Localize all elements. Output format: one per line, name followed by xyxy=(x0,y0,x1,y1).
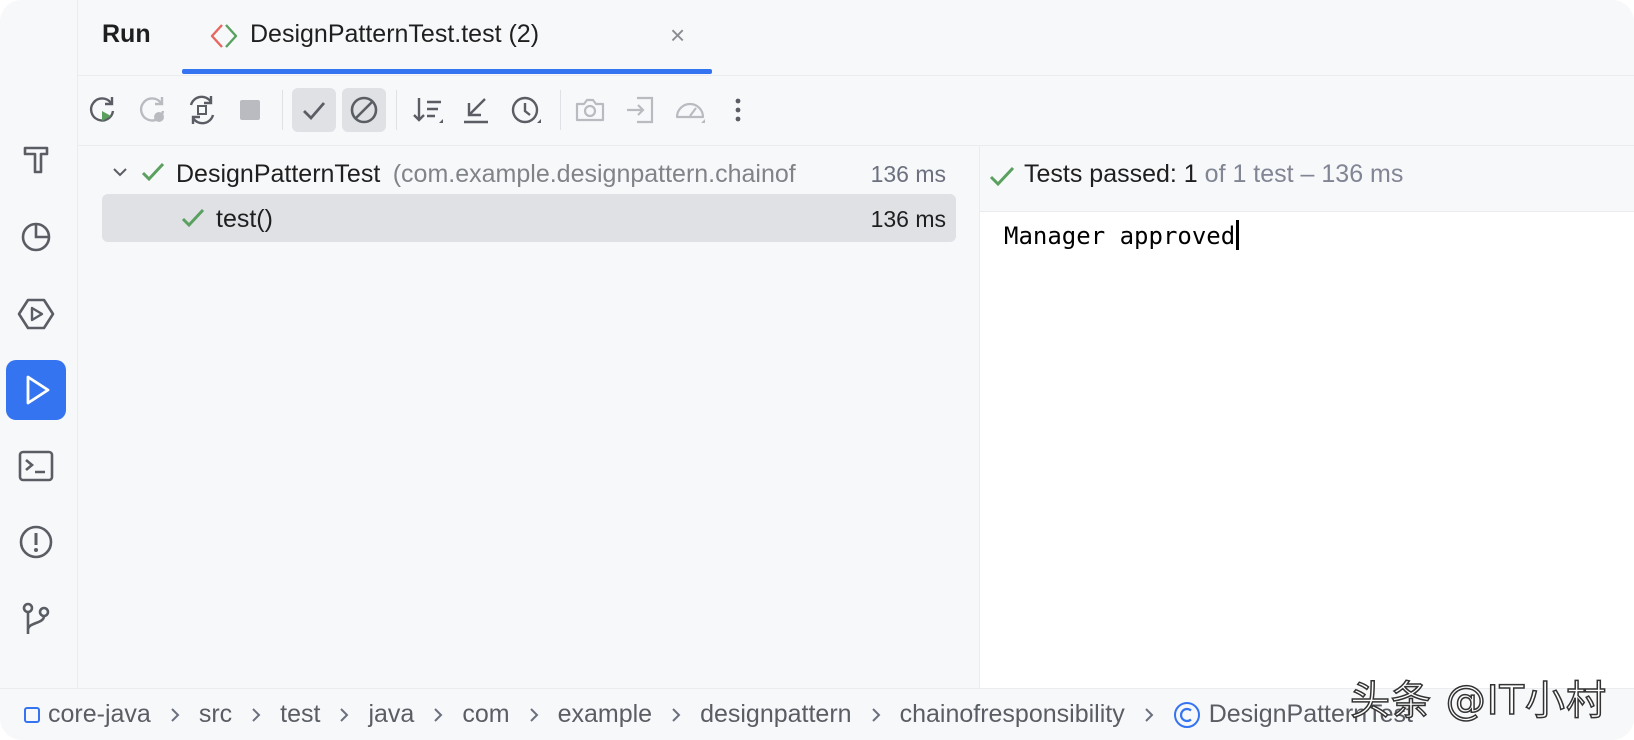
services-icon xyxy=(17,298,55,330)
export-results-button[interactable] xyxy=(568,88,612,132)
breadcrumb-item[interactable]: java xyxy=(368,700,414,729)
toolbar-separator xyxy=(282,90,283,130)
run-tool-button[interactable] xyxy=(6,360,66,420)
ignored-icon xyxy=(350,96,378,124)
rerun-icon xyxy=(89,97,115,122)
toggle-auto-test-icon xyxy=(189,95,215,125)
breadcrumb-item[interactable]: com xyxy=(462,700,509,729)
tree-row-test[interactable]: test() 136 ms xyxy=(102,194,956,242)
tests-passed-count: Tests passed: 1 xyxy=(1024,160,1198,188)
test-status-text: Tests passed: 1 of 1 test – 136 ms xyxy=(1024,160,1403,189)
run-icon xyxy=(26,375,50,405)
chevron-right-icon xyxy=(171,707,180,722)
stop-button[interactable] xyxy=(228,88,272,132)
breadcrumb-item[interactable]: chainofresponsibility xyxy=(900,700,1125,729)
test-history-button[interactable] xyxy=(504,88,548,132)
module-icon xyxy=(24,706,40,723)
run-window-header: Run DesignPatternTest.test (2) × xyxy=(78,0,1634,76)
coverage-button[interactable] xyxy=(668,88,712,132)
more-options-button[interactable] xyxy=(716,88,760,132)
pass-check-icon xyxy=(989,166,1015,187)
tree-root-label: DesignPatternTest (com.example.designpat… xyxy=(176,160,846,189)
camera-icon xyxy=(575,98,605,122)
chevron-down-icon[interactable] xyxy=(110,162,130,182)
sort-button[interactable] xyxy=(406,88,450,132)
watermark-text: 头条 @IT小村 xyxy=(1349,677,1607,725)
breadcrumb-item[interactable]: designpattern xyxy=(700,700,852,729)
tree-root-time: 136 ms xyxy=(870,161,946,187)
run-window-title: Run xyxy=(102,20,151,48)
tab-title: DesignPatternTest.test (2) xyxy=(250,20,540,48)
problems-tool-button[interactable] xyxy=(6,512,66,572)
git-tool-button[interactable] xyxy=(6,588,66,648)
ide-window: Run DesignPatternTest.test (2) × DesignP… xyxy=(0,0,1634,740)
pass-check-icon xyxy=(141,162,165,182)
sort-icon xyxy=(413,98,443,123)
tool-window-strip xyxy=(0,0,78,688)
terminal-icon xyxy=(18,450,54,482)
more-vertical-icon xyxy=(735,98,741,122)
stop-icon xyxy=(240,100,260,120)
profiler-icon xyxy=(21,222,51,252)
toggle-auto-test-button[interactable] xyxy=(180,88,224,132)
chevron-right-icon xyxy=(340,707,349,722)
collapse-all-button[interactable] xyxy=(454,88,498,132)
tab-design-pattern-test[interactable]: DesignPatternTest.test (2) × xyxy=(182,0,712,76)
terminal-tool-button[interactable] xyxy=(6,436,66,496)
problems-icon xyxy=(19,525,53,559)
tree-test-time: 136 ms xyxy=(870,206,946,232)
test-results-tree: DesignPatternTest (com.example.designpat… xyxy=(78,146,980,688)
tree-row-root[interactable]: DesignPatternTest (com.example.designpat… xyxy=(102,148,956,196)
class-icon xyxy=(1173,701,1200,728)
tree-root-name: DesignPatternTest xyxy=(176,160,381,188)
breadcrumb-item[interactable]: example xyxy=(558,700,653,729)
show-passed-button[interactable] xyxy=(292,88,336,132)
gauge-icon xyxy=(675,102,705,123)
rerun-button[interactable] xyxy=(80,88,124,132)
chevron-right-icon xyxy=(1144,707,1154,722)
tests-total-duration: of 1 test – 136 ms xyxy=(1197,160,1404,188)
toolbar-separator xyxy=(560,90,561,130)
chevron-right-icon xyxy=(434,707,443,722)
text-caret xyxy=(1236,220,1240,250)
clock-icon xyxy=(511,96,541,124)
breadcrumb-item[interactable]: test xyxy=(280,700,320,729)
toolbar-separator xyxy=(396,90,397,130)
tab-active-indicator xyxy=(182,69,712,74)
console-output[interactable]: Manager approved xyxy=(1004,220,1240,250)
show-ignored-button[interactable] xyxy=(342,88,386,132)
import-icon xyxy=(627,96,654,124)
hammer-icon xyxy=(23,146,49,174)
console-output-text: Manager approved xyxy=(1004,222,1236,250)
pass-check-icon xyxy=(181,208,205,228)
import-results-button[interactable] xyxy=(618,88,662,132)
checkmark-icon xyxy=(303,102,326,121)
collapse-icon xyxy=(464,98,488,124)
profiler-tool-button[interactable] xyxy=(6,206,66,266)
breadcrumb-item[interactable]: src xyxy=(199,700,232,729)
git-branch-icon xyxy=(22,602,50,634)
test-diff-icon xyxy=(210,24,238,48)
console-pane[interactable]: Tests passed: 1 of 1 test – 136 ms Manag… xyxy=(980,146,1634,688)
test-status-bar: Tests passed: 1 of 1 test – 136 ms xyxy=(980,146,1634,212)
chevron-right-icon xyxy=(252,707,261,722)
chevron-right-icon xyxy=(871,707,880,722)
tree-test-name: test() xyxy=(216,205,273,233)
tab-close-icon[interactable]: × xyxy=(670,20,685,50)
rerun-failed-button[interactable] xyxy=(130,88,174,132)
tree-root-package: (com.example.designpattern.chainof xyxy=(392,160,796,188)
chevron-right-icon xyxy=(672,707,681,722)
breadcrumb-item[interactable]: core-java xyxy=(48,700,151,729)
services-tool-button[interactable] xyxy=(6,284,66,344)
build-tool-button[interactable] xyxy=(6,128,66,188)
chevron-right-icon xyxy=(529,707,538,722)
run-toolbar xyxy=(78,76,1634,146)
rerun-failed-icon xyxy=(139,97,165,122)
